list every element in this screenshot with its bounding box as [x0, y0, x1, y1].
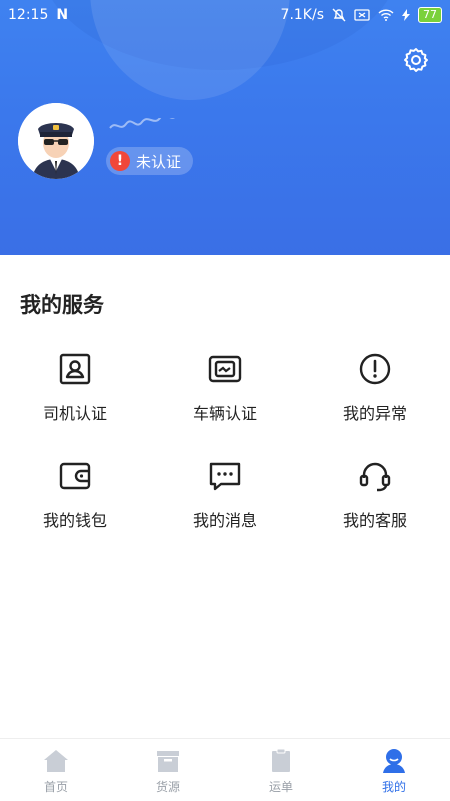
warning-icon: ! — [110, 151, 130, 171]
tab-profile[interactable]: 我的 — [338, 739, 450, 801]
auth-status-text: 未认证 — [136, 152, 182, 171]
service-customer-service[interactable]: 我的客服 — [300, 447, 450, 543]
driver-id-icon — [59, 353, 91, 385]
profile-icon — [383, 749, 405, 773]
status-time: 12:15 — [8, 7, 49, 23]
message-icon — [209, 462, 241, 491]
network-speed: 7.1K/s — [280, 7, 324, 23]
wifi-icon — [378, 9, 394, 21]
bottom-tab-bar: 首页 货源 运单 我的 — [0, 738, 450, 801]
driver-avatar-icon — [18, 103, 94, 179]
sim-icon — [354, 9, 370, 21]
vehicle-license-icon — [208, 355, 242, 383]
tab-label: 首页 — [43, 780, 68, 794]
section-title: 我的服务 — [20, 293, 104, 317]
service-driver-auth[interactable]: 司机认证 — [0, 340, 150, 436]
tab-label: 运单 — [268, 780, 293, 794]
auth-status-badge[interactable]: ! 未认证 — [106, 147, 194, 175]
gear-icon[interactable] — [402, 46, 430, 74]
tab-waybill[interactable]: 运单 — [225, 739, 337, 801]
charging-icon — [402, 9, 410, 21]
service-label: 我的钱包 — [42, 511, 107, 530]
service-label: 我的消息 — [192, 511, 257, 530]
service-label: 司机认证 — [42, 404, 107, 423]
mute-icon — [332, 8, 346, 22]
waybill-icon — [272, 748, 290, 772]
n-notification-icon: N — [56, 7, 69, 23]
tab-label: 货源 — [155, 780, 180, 794]
battery-icon: 77 — [418, 7, 442, 23]
wallet-icon — [59, 462, 91, 490]
service-my-wallet[interactable]: 我的钱包 — [0, 447, 150, 543]
home-icon — [44, 750, 68, 772]
service-my-messages[interactable]: 我的消息 — [150, 447, 300, 543]
profile-header: 12:15 N 7.1K/s 77 ! 未认证 — [0, 0, 450, 255]
exclamation-circle-icon — [359, 353, 391, 385]
service-label: 我的客服 — [342, 511, 407, 530]
cargo-icon — [157, 751, 179, 772]
tab-cargo[interactable]: 货源 — [112, 739, 224, 801]
headset-icon — [359, 462, 391, 492]
avatar[interactable] — [18, 103, 94, 179]
service-label: 我的异常 — [342, 404, 407, 423]
tab-label: 我的 — [381, 780, 406, 794]
tab-home[interactable]: 首页 — [0, 739, 112, 801]
service-vehicle-auth[interactable]: 车辆认证 — [150, 340, 300, 436]
service-my-exceptions[interactable]: 我的异常 — [300, 340, 450, 436]
status-bar: 12:15 N 7.1K/s 77 — [0, 0, 450, 32]
service-label: 车辆认证 — [192, 404, 257, 423]
username-placeholder — [109, 118, 175, 129]
